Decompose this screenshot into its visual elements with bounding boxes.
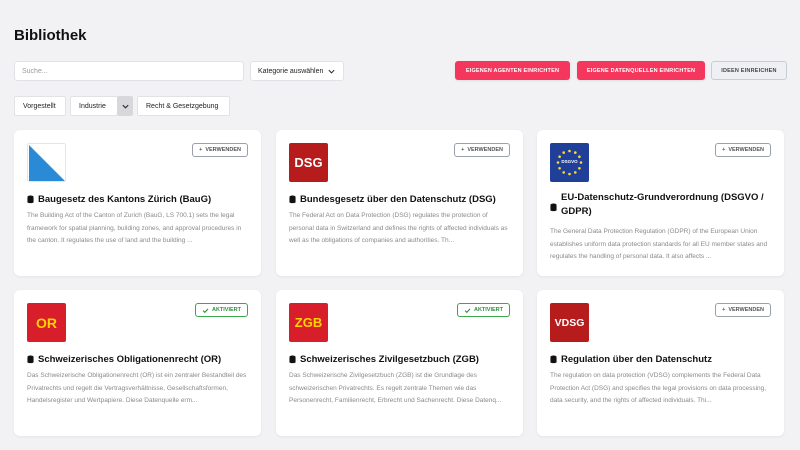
activated-badge[interactable]: AKTIVIERT	[456, 303, 510, 317]
card-description: The Federal Act on Data Protection (DSG)…	[289, 212, 508, 244]
plus-icon: +	[722, 307, 726, 313]
use-button-label: VERWENDEN	[728, 147, 764, 153]
library-card-or[interactable]: OR AKTIVIERT Schweizerisches Obligatione…	[14, 290, 261, 436]
search-field[interactable]	[14, 61, 244, 81]
card-description: The General Data Protection Regulation (…	[550, 228, 768, 260]
baug-logo	[27, 143, 66, 182]
card-description: Das Schweizerische Zivilgesetzbuch (ZGB)…	[289, 372, 502, 404]
chevron-down-icon	[328, 69, 335, 74]
activated-badge[interactable]: AKTIVIERT	[194, 303, 248, 317]
vdsg-logo: VDSG	[550, 303, 589, 342]
filter-featured[interactable]: Vorgestellt	[14, 96, 66, 116]
card-title: Schweizerisches Obligationenrecht (OR)	[27, 353, 248, 367]
or-logo: OR	[27, 303, 66, 342]
library-card-dsgvo[interactable]: DSGVO + VERWENDEN EU-Datenschutz-Grundve…	[537, 130, 784, 276]
library-card-zgb[interactable]: ZGB AKTIVIERT Schweizerisches Zivilgeset…	[276, 290, 523, 436]
filter-industry-dropdown[interactable]	[117, 96, 133, 116]
activated-label: AKTIVIERT	[473, 307, 503, 313]
chevron-down-icon	[121, 104, 129, 109]
card-description: The regulation on data protection (VDSG)…	[550, 372, 767, 404]
dsg-logo: DSG	[289, 143, 328, 182]
filter-industry[interactable]: Industrie	[70, 96, 118, 116]
search-input[interactable]	[22, 67, 236, 75]
page-title: Bibliothek	[14, 27, 87, 44]
use-button[interactable]: + VERWENDEN	[715, 143, 771, 157]
use-button[interactable]: + VERWENDEN	[192, 143, 248, 157]
plus-icon: +	[461, 147, 465, 153]
database-icon	[289, 195, 296, 204]
database-icon	[27, 355, 34, 364]
database-icon	[289, 355, 296, 364]
use-button-label: VERWENDEN	[467, 147, 503, 153]
activated-label: AKTIVIERT	[211, 307, 241, 313]
submit-ideas-button[interactable]: IDEEN EINREICHEN	[711, 61, 787, 80]
category-select-label: Kategorie auswählen	[258, 67, 324, 75]
setup-datasource-button[interactable]: EIGENE DATENQUELLEN EINRICHTEN	[577, 61, 705, 80]
card-description: The Building Act of the Canton of Zurich…	[27, 212, 242, 244]
filter-law[interactable]: Recht & Gesetzgebung	[137, 96, 230, 116]
use-button-label: VERWENDEN	[205, 147, 241, 153]
library-card-vdsg[interactable]: VDSG + VERWENDEN Regulation über den Dat…	[537, 290, 784, 436]
setup-agent-button[interactable]: EIGENEN AGENTEN EINRICHTEN	[455, 61, 570, 80]
database-icon	[27, 195, 34, 204]
database-icon	[550, 355, 557, 364]
category-select[interactable]: Kategorie auswählen	[250, 61, 344, 81]
card-title: Regulation über den Datenschutz	[550, 353, 771, 367]
card-title: Baugesetz des Kantons Zürich (BauG)	[27, 193, 248, 207]
card-description: Das Schweizerische Obligationenrecht (OR…	[27, 372, 247, 404]
card-title: Bundesgesetz über den Datenschutz (DSG)	[289, 193, 510, 207]
plus-icon: +	[722, 147, 726, 153]
dsgvo-logo: DSGVO	[550, 143, 589, 182]
library-card-dsg[interactable]: DSG + VERWENDEN Bundesgesetz über den Da…	[276, 130, 523, 276]
use-button[interactable]: + VERWENDEN	[715, 303, 771, 317]
library-card-baug[interactable]: + VERWENDEN Baugesetz des Kantons Zürich…	[14, 130, 261, 276]
card-title: Schweizerisches Zivilgesetzbuch (ZGB)	[289, 353, 510, 367]
dsgvo-logo-text: DSGVO	[561, 159, 578, 164]
card-title: EU-Datenschutz-Grundverordnung (DSGVO / …	[550, 191, 771, 219]
check-icon	[202, 307, 209, 313]
use-button[interactable]: + VERWENDEN	[454, 143, 510, 157]
use-button-label: VERWENDEN	[728, 307, 764, 313]
check-icon	[464, 307, 471, 313]
plus-icon: +	[199, 147, 203, 153]
zgb-logo: ZGB	[289, 303, 328, 342]
baug-triangle-logo	[29, 145, 65, 181]
database-icon	[550, 203, 557, 212]
